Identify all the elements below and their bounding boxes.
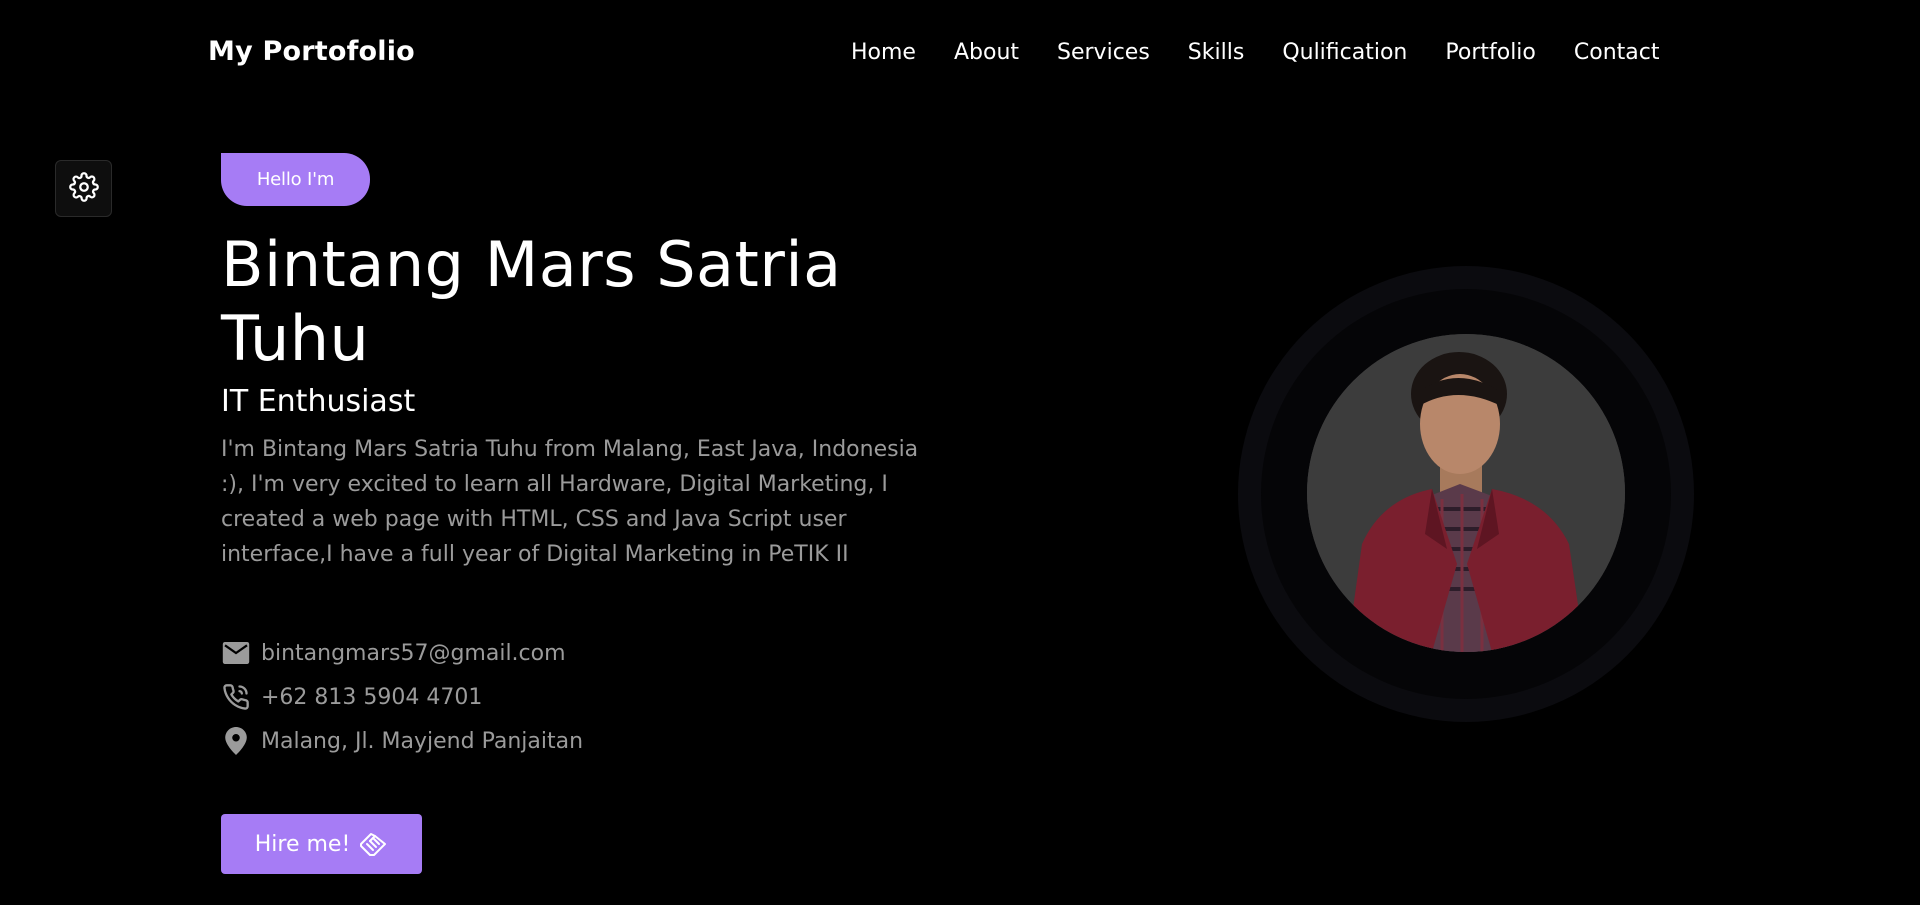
site-header: My Portofolio Home About Services Skills… <box>0 0 1920 110</box>
nav-contact[interactable]: Contact <box>1574 40 1660 65</box>
hero-role: IT Enthusiast <box>221 384 416 419</box>
settings-button[interactable] <box>55 160 112 217</box>
profile-photo <box>1307 334 1625 652</box>
mail-icon <box>221 638 251 668</box>
nav-portfolio[interactable]: Portfolio <box>1445 40 1536 65</box>
portfolio-page: My Portofolio Home About Services Skills… <box>0 0 1920 905</box>
phone-icon <box>221 682 251 712</box>
gear-icon <box>68 171 99 206</box>
main-nav: Home About Services Skills Qulification … <box>851 40 1659 65</box>
hero-bio: I'm Bintang Mars Satria Tuhu from Malang… <box>221 437 919 567</box>
nav-about[interactable]: About <box>954 40 1019 65</box>
phone-text[interactable]: +62 813 5904 4701 <box>261 685 482 710</box>
contact-list: bintangmars57@gmail.com +62 813 5904 470… <box>221 631 583 763</box>
nav-skills[interactable]: Skills <box>1188 40 1245 65</box>
nav-home[interactable]: Home <box>851 40 916 65</box>
handshake-icon <box>358 830 388 858</box>
hire-me-button[interactable]: Hire me! <box>221 814 422 874</box>
nav-qualification[interactable]: Qulification <box>1282 40 1407 65</box>
location-text: Malang, Jl. Mayjend Panjaitan <box>261 728 584 754</box>
contact-phone: +62 813 5904 4701 <box>221 675 583 719</box>
hire-label: Hire me! <box>254 831 351 857</box>
profile-portrait <box>1307 334 1625 652</box>
contact-location: Malang, Jl. Mayjend Panjaitan <box>221 719 583 763</box>
contact-email: bintangmars57@gmail.com <box>221 631 583 675</box>
location-icon <box>221 726 251 756</box>
hero-name: Bintang Mars Satria Tuhu <box>221 228 842 375</box>
email-text[interactable]: bintangmars57@gmail.com <box>261 641 566 666</box>
hello-badge: Hello I'm <box>221 153 370 206</box>
nav-services[interactable]: Services <box>1057 40 1150 65</box>
site-logo[interactable]: My Portofolio <box>208 36 415 67</box>
